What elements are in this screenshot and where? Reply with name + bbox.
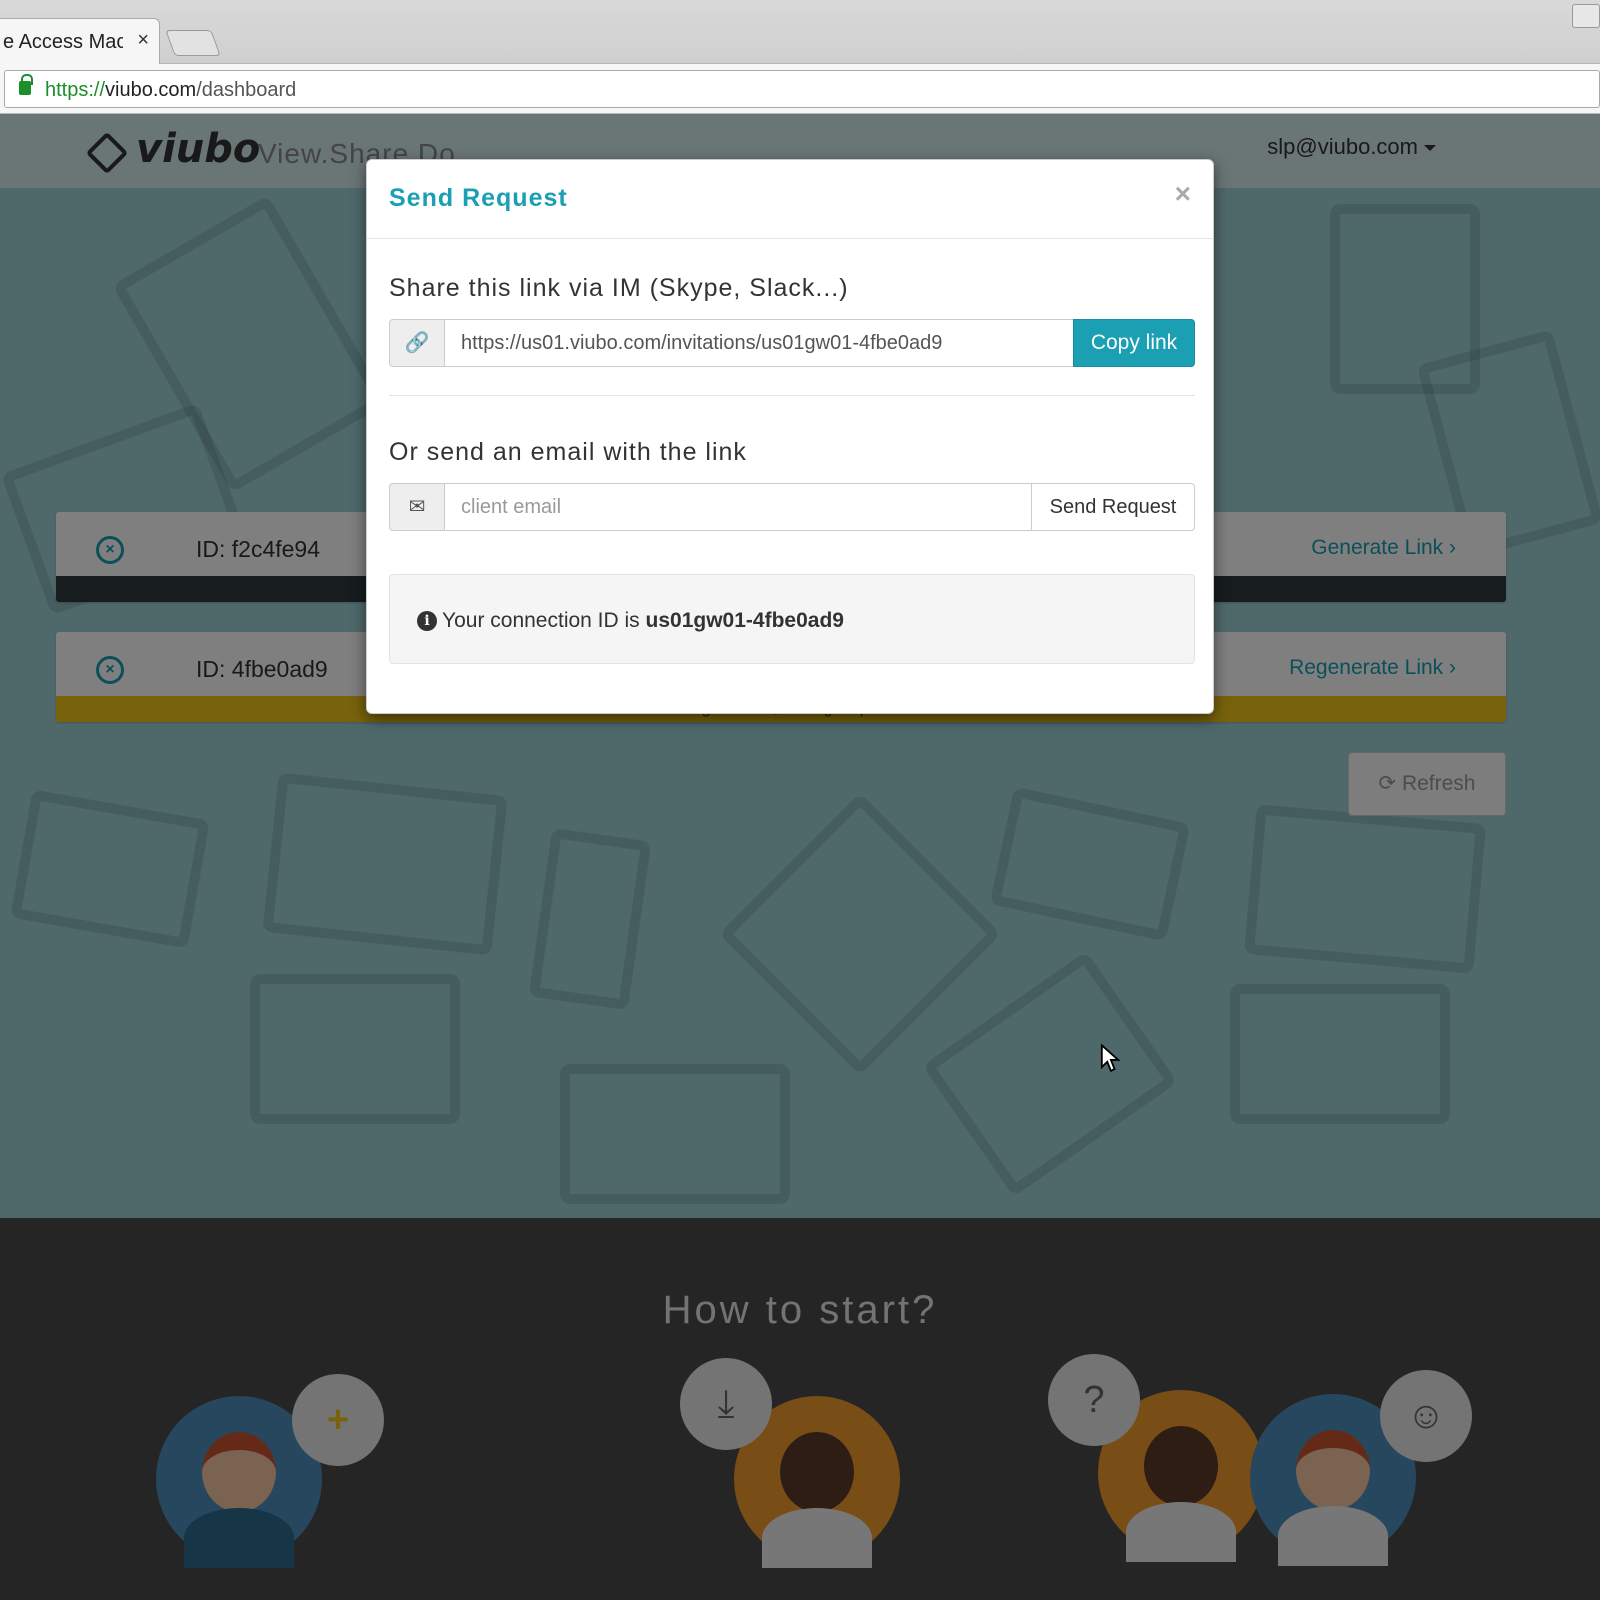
close-tab-icon[interactable]: × [137,29,149,52]
url-field[interactable]: https://viubo.com/dashboard [4,70,1600,108]
connection-id-value: us01gw01-4fbe0ad9 [645,609,844,632]
connection-info-box: i Your connection ID is us01gw01-4fbe0ad… [389,574,1195,664]
copy-link-button[interactable]: Copy link [1073,319,1195,367]
url-text: https://viubo.com/dashboard [45,79,297,101]
client-email-input[interactable]: client email [444,483,1032,531]
modal-divider [367,238,1213,239]
address-bar: https://viubo.com/dashboard [0,64,1600,114]
modal-title: Send Request [389,184,568,212]
share-link-group: 🔗 https://us01.viubo.com/invitations/us0… [389,319,1195,367]
email-link-label: Or send an email with the link [389,438,747,466]
tab-title: e Access Mac [3,31,123,53]
envelope-icon: ✉ [389,483,445,531]
mouse-cursor-icon [1100,1043,1120,1073]
link-icon: 🔗 [389,319,445,367]
share-link-label: Share this link via IM (Skype, Slack...) [389,274,849,302]
info-icon: i [417,611,437,631]
send-request-modal: Send Request × Share this link via IM (S… [366,159,1214,714]
browser-tab[interactable]: e Access Mac × [0,18,160,64]
invitation-link-field[interactable]: https://us01.viubo.com/invitations/us01g… [444,319,1074,367]
connection-info-text: Your connection ID is us01gw01-4fbe0ad9 [442,609,844,632]
send-request-button[interactable]: Send Request [1031,483,1195,531]
browser-tab-bar: e Access Mac × [0,0,1600,64]
email-group: ✉ client email Send Request [389,483,1195,531]
close-icon[interactable]: × [1175,178,1191,210]
profile-icon[interactable] [1572,4,1600,28]
lock-icon [19,74,33,95]
new-tab-button[interactable] [165,30,221,56]
section-divider [389,395,1195,396]
